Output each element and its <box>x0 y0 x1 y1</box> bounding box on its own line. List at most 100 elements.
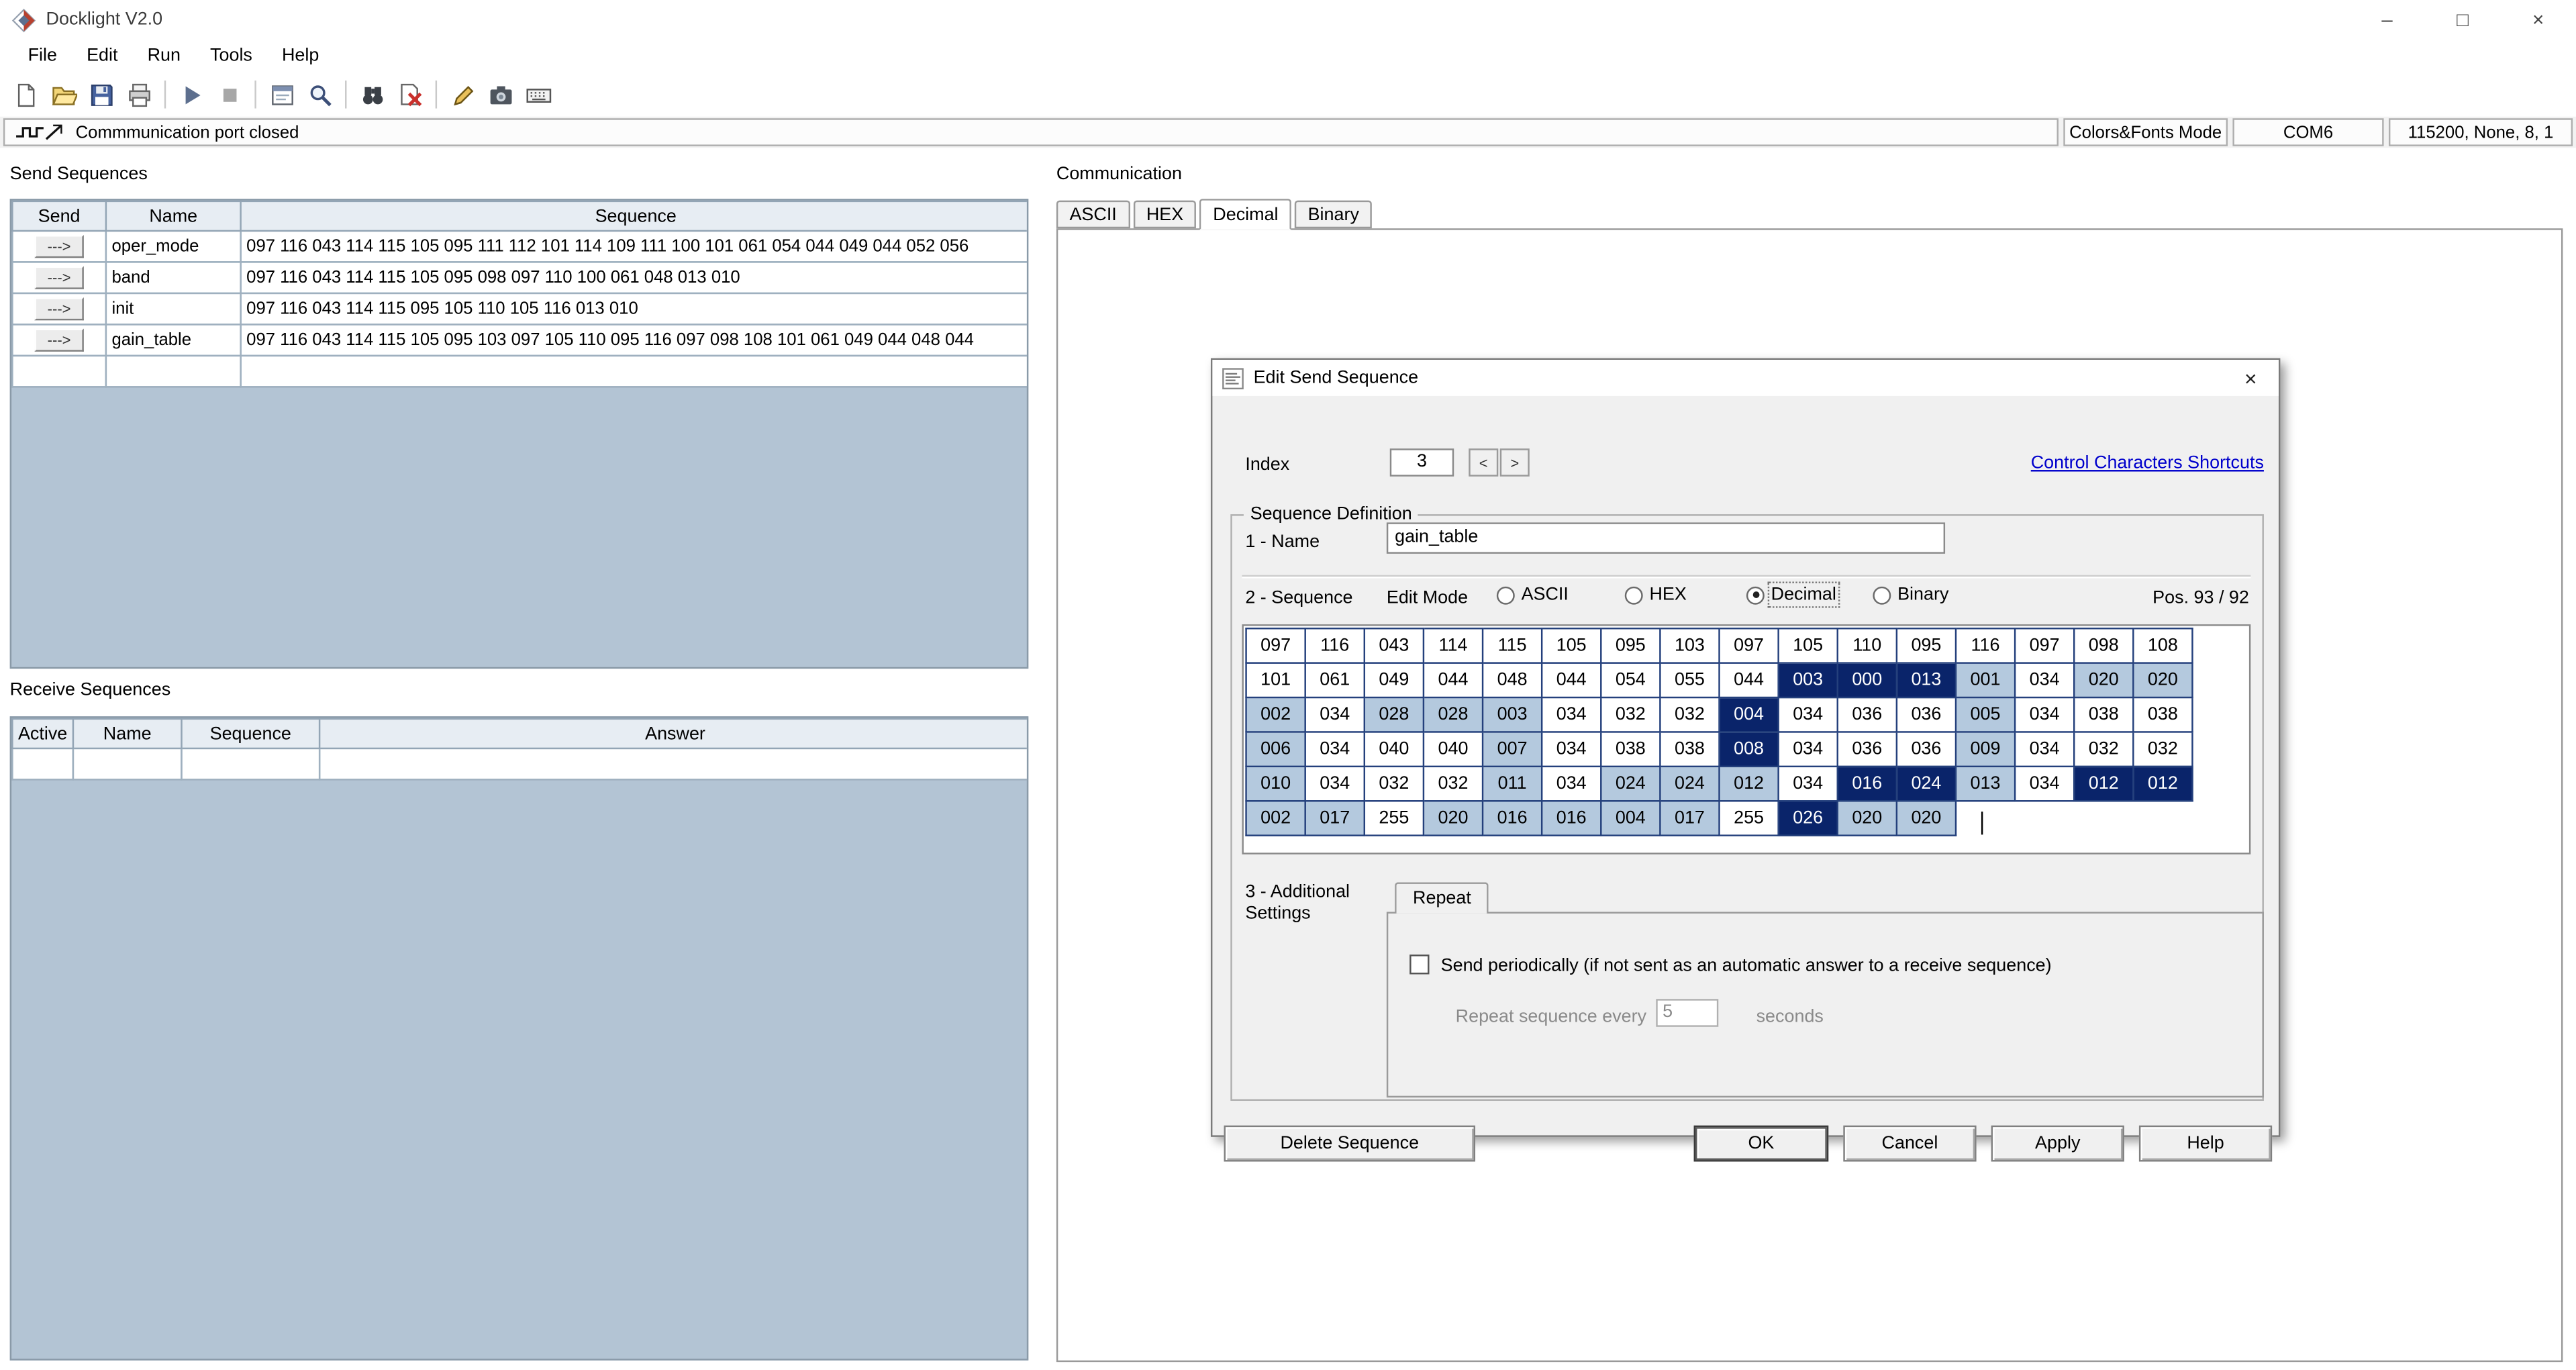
clear-communication-button[interactable] <box>391 76 429 113</box>
send-periodically-checkbox[interactable] <box>1409 955 1429 974</box>
maximize-button[interactable]: □ <box>2425 0 2501 40</box>
empty-cell[interactable] <box>12 356 106 387</box>
index-input[interactable]: 3 <box>1390 448 1454 477</box>
sequence-byte[interactable]: 012 <box>2133 767 2192 801</box>
new-file-button[interactable] <box>7 76 44 113</box>
apply-button[interactable]: Apply <box>1991 1126 2124 1162</box>
sequence-byte[interactable]: 097 <box>2015 628 2074 663</box>
sequence-byte[interactable]: 012 <box>2074 767 2133 801</box>
sequence-byte[interactable]: 016 <box>1542 801 1601 835</box>
sequence-byte[interactable]: 116 <box>1305 628 1365 663</box>
sequence-byte[interactable]: 038 <box>2133 697 2192 732</box>
edit-notes-button[interactable] <box>444 76 481 113</box>
delete-sequence-button[interactable]: Delete Sequence <box>1224 1126 1475 1162</box>
edit-mode-decimal[interactable]: Decimal <box>1746 585 1836 604</box>
sequence-byte[interactable]: 020 <box>1424 801 1483 835</box>
sequence-byte[interactable]: 028 <box>1424 697 1483 732</box>
sequence-byte[interactable]: 024 <box>1660 767 1719 801</box>
sequence-byte[interactable]: 034 <box>1779 732 1838 766</box>
sequence-byte[interactable]: 032 <box>1601 697 1660 732</box>
sequence-byte[interactable]: 005 <box>1956 697 2015 732</box>
edit-mode-binary[interactable]: Binary <box>1873 585 1948 604</box>
sequence-grid[interactable]: 0971160431141151050951030971051100951160… <box>1242 624 2250 854</box>
sequence-byte[interactable]: 044 <box>1720 663 1779 697</box>
sequence-byte[interactable]: 002 <box>1246 801 1305 835</box>
sequence-name-cell[interactable]: gain_table <box>106 324 241 356</box>
sequence-byte[interactable]: 095 <box>1601 628 1660 663</box>
status-panel-2[interactable]: COM6 <box>2232 118 2383 146</box>
sequence-byte[interactable]: 040 <box>1424 732 1483 766</box>
sequence-byte[interactable]: 036 <box>1838 697 1897 732</box>
sequence-byte[interactable]: 034 <box>1305 732 1365 766</box>
sequence-byte[interactable]: 034 <box>1542 732 1601 766</box>
sequence-byte[interactable]: 028 <box>1365 697 1424 732</box>
menu-run[interactable]: Run <box>133 43 195 69</box>
sequence-data-cell[interactable]: 097 116 043 114 115 105 095 103 097 105 … <box>241 324 1029 356</box>
sequence-data-cell[interactable]: 097 116 043 114 115 095 105 110 105 116 … <box>241 293 1029 325</box>
empty-cell[interactable] <box>319 748 1028 780</box>
empty-cell[interactable] <box>73 748 182 780</box>
sequence-byte[interactable]: 034 <box>2015 767 2074 801</box>
sequence-data-cell[interactable]: 097 116 043 114 115 105 095 111 112 101 … <box>241 231 1029 262</box>
sequence-byte[interactable]: 110 <box>1838 628 1897 663</box>
control-characters-shortcuts-link[interactable]: Control Characters Shortcuts <box>2031 454 2264 473</box>
sequence-byte[interactable]: 034 <box>2015 697 2074 732</box>
sequence-byte[interactable]: 034 <box>1305 767 1365 801</box>
sequence-byte[interactable]: 024 <box>1601 767 1660 801</box>
open-project-button[interactable] <box>44 76 82 113</box>
sequence-byte[interactable]: 038 <box>1660 732 1719 766</box>
close-button[interactable]: × <box>2500 0 2576 40</box>
menu-help[interactable]: Help <box>267 43 334 69</box>
sequence-byte[interactable]: 105 <box>1542 628 1601 663</box>
print-button[interactable] <box>120 76 158 113</box>
sequence-byte[interactable]: 115 <box>1483 628 1542 663</box>
keyboard-button[interactable] <box>519 76 556 113</box>
minimize-button[interactable]: – <box>2349 0 2425 40</box>
sequence-byte[interactable]: 008 <box>1720 732 1779 766</box>
status-panel-3[interactable]: 115200, None, 8, 1 <box>2389 118 2573 146</box>
sequence-byte[interactable]: 013 <box>1956 767 2015 801</box>
sequence-name-cell[interactable]: init <box>106 293 241 325</box>
status-panel-1[interactable]: Colors&Fonts Mode <box>2063 118 2228 146</box>
sequence-byte[interactable]: 009 <box>1956 732 2015 766</box>
sequence-byte[interactable]: 026 <box>1779 801 1838 835</box>
empty-cell[interactable] <box>241 356 1029 387</box>
sequence-byte[interactable]: 255 <box>1365 801 1424 835</box>
empty-cell[interactable] <box>12 748 73 780</box>
sequence-byte[interactable]: 255 <box>1720 801 1779 835</box>
menu-file[interactable]: File <box>13 43 72 69</box>
menu-edit[interactable]: Edit <box>72 43 132 69</box>
sequence-byte[interactable]: 034 <box>2015 663 2074 697</box>
sequence-byte[interactable]: 040 <box>1365 732 1424 766</box>
project-settings-button[interactable] <box>263 76 301 113</box>
sequence-byte[interactable]: 012 <box>1720 767 1779 801</box>
sequence-byte[interactable]: 044 <box>1424 663 1483 697</box>
sequence-byte[interactable]: 024 <box>1897 767 1956 801</box>
send-button[interactable]: ---> <box>34 297 83 320</box>
sequence-byte[interactable]: 048 <box>1483 663 1542 697</box>
tab-ascii[interactable]: ASCII <box>1056 201 1130 229</box>
sequence-name-cell[interactable]: oper_mode <box>106 231 241 262</box>
stop-communication-button[interactable] <box>210 76 248 113</box>
save-project-button[interactable] <box>82 76 119 113</box>
tab-binary[interactable]: Binary <box>1295 201 1373 229</box>
sequence-name-cell[interactable]: band <box>106 262 241 293</box>
sequence-byte[interactable]: 097 <box>1720 628 1779 663</box>
find-sequence-button[interactable] <box>353 76 391 113</box>
sequence-byte[interactable]: 036 <box>1897 732 1956 766</box>
help-button[interactable]: Help <box>2139 1126 2272 1162</box>
sequence-byte[interactable]: 020 <box>2074 663 2133 697</box>
sequence-byte[interactable]: 032 <box>2133 732 2192 766</box>
inspect-button[interactable] <box>301 76 338 113</box>
cancel-button[interactable]: Cancel <box>1843 1126 1976 1162</box>
sequence-byte[interactable]: 101 <box>1246 663 1305 697</box>
start-communication-button[interactable] <box>172 76 210 113</box>
send-button[interactable]: ---> <box>34 329 83 352</box>
index-next-button[interactable]: > <box>1500 448 1530 477</box>
sequence-byte[interactable]: 036 <box>1897 697 1956 732</box>
repeat-seconds-input[interactable]: 5 <box>1656 999 1718 1027</box>
sequence-byte[interactable]: 034 <box>1779 767 1838 801</box>
sequence-byte[interactable]: 016 <box>1483 801 1542 835</box>
sequence-byte[interactable]: 032 <box>2074 732 2133 766</box>
sequence-byte[interactable]: 034 <box>1305 697 1365 732</box>
